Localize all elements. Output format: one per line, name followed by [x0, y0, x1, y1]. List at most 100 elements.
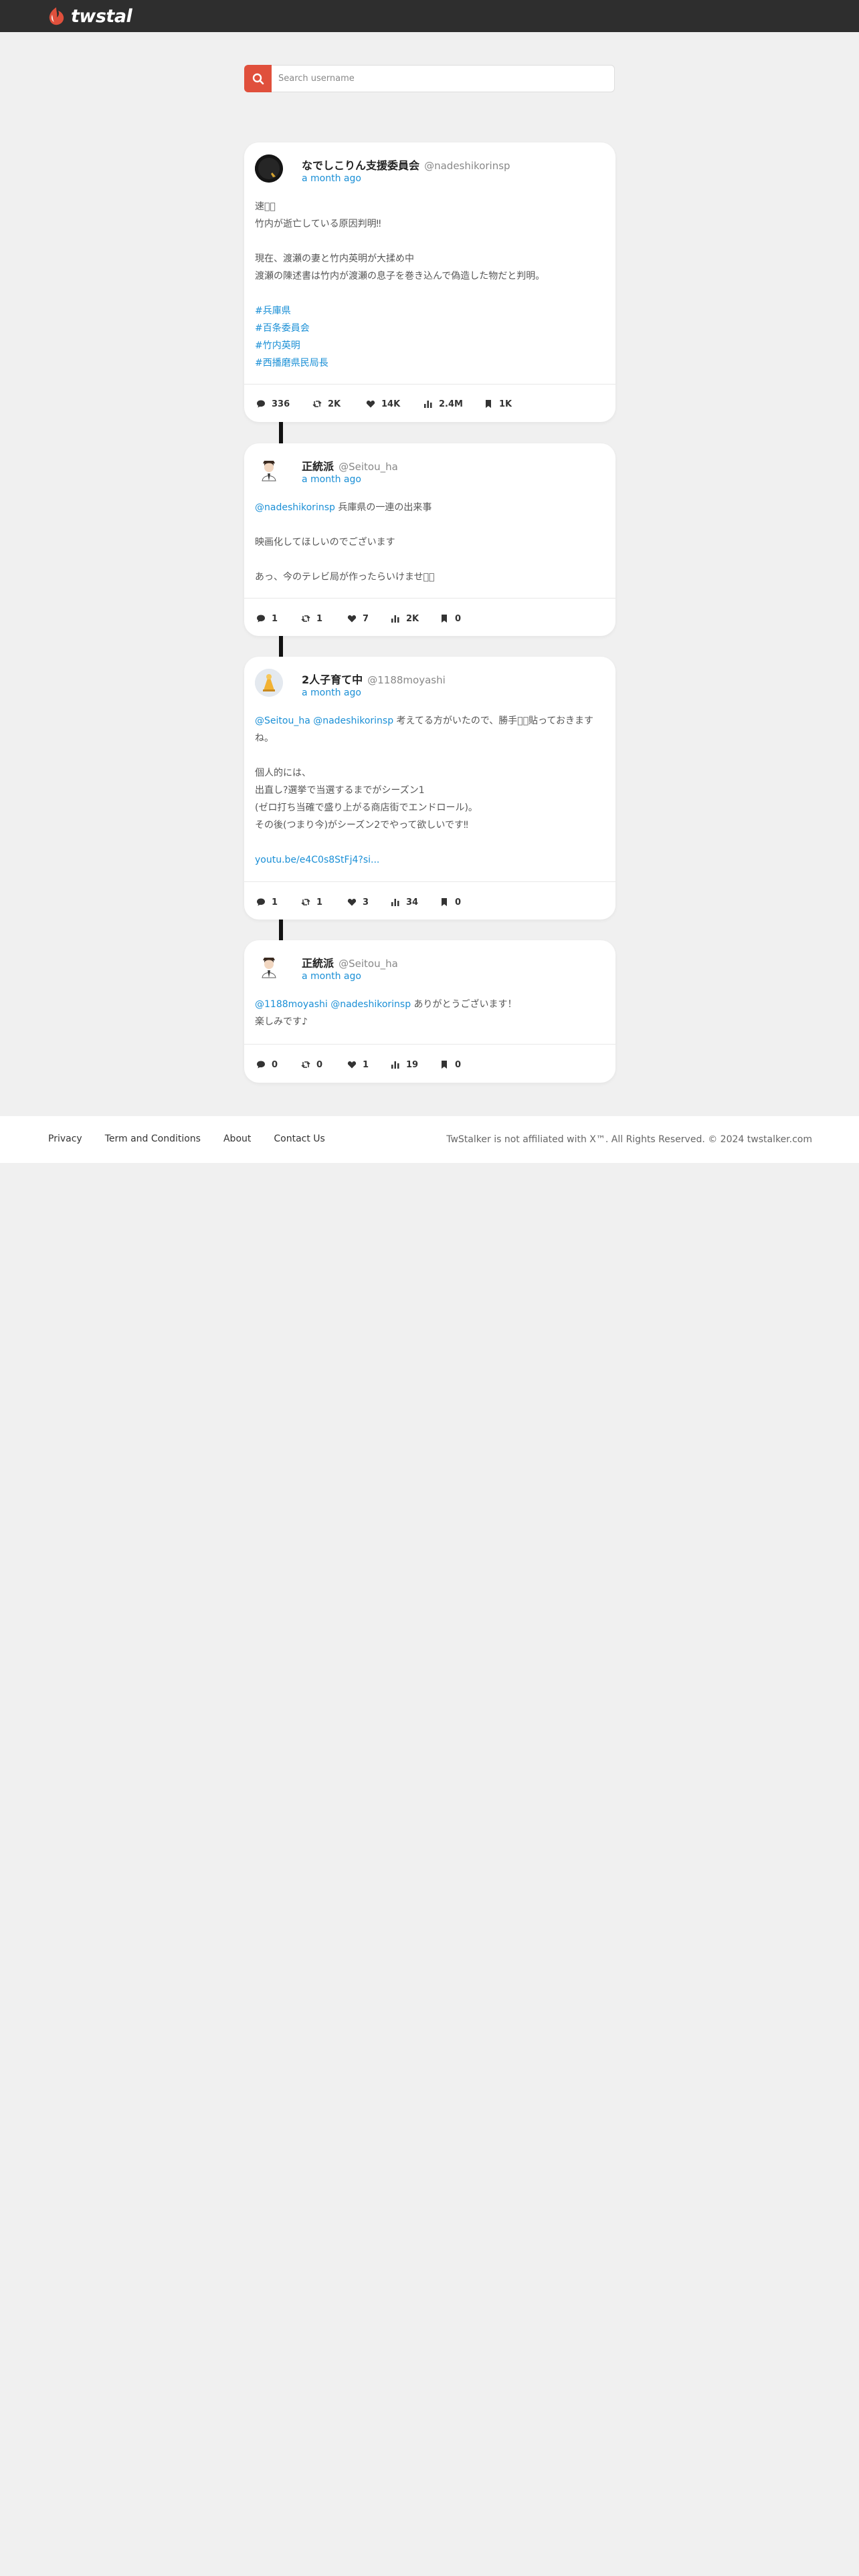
footer-link-contact[interactable]: Contact Us	[274, 1134, 324, 1144]
post-line: 渡瀬の陳述書は竹内が渡瀬の息子を巻き込んで偽造した物だと判明。	[255, 271, 545, 282]
bookmark-stat[interactable]: 0	[440, 1060, 461, 1070]
post-time[interactable]: a month ago	[302, 474, 361, 485]
avatar-image	[255, 455, 283, 484]
display-name[interactable]: 正統派	[302, 460, 334, 473]
user-name-line: 正統派 @Seitou_ha	[302, 457, 398, 473]
like-count: 1	[363, 1059, 369, 1070]
post-line: (ゼロ打ち当確で盛り上がる商店街でエンドロール)。	[255, 802, 478, 813]
post-stats: 1 1 7 2K 0	[256, 612, 461, 625]
bookmark-stat[interactable]: 1K	[484, 399, 512, 409]
footer-link-about[interactable]: About	[223, 1134, 251, 1144]
footer-link-privacy[interactable]: Privacy	[48, 1134, 82, 1144]
views-stat[interactable]: 2.4M	[423, 399, 484, 409]
heart-icon	[347, 899, 357, 906]
post-line	[255, 516, 606, 534]
mention-link[interactable]: @1188moyashi @nadeshikorinsp	[255, 999, 411, 1010]
bar-chart-icon	[424, 401, 432, 408]
like-stat[interactable]: 14K	[366, 399, 423, 409]
post-header: 正統派 @Seitou_ha a month ago	[255, 952, 603, 990]
heart-icon	[366, 401, 375, 408]
post-line: 個人的には、	[255, 768, 311, 778]
thread-connector	[279, 636, 283, 657]
site-logo[interactable]: twstalker	[47, 4, 132, 28]
bookmark-count: 1K	[499, 399, 512, 409]
avatar[interactable]	[255, 669, 283, 697]
bookmark-icon	[486, 400, 491, 408]
external-link[interactable]: youtu.be/e4C0s8StFj4?si...	[255, 851, 606, 869]
post-line: その後(つまり今)がシーズン2でやって欲しいです‼	[255, 820, 468, 831]
retweet-stat[interactable]: 1	[301, 614, 347, 624]
post-text: 速報⃣ 竹内が逝亡している原因判明‼ 現在、渡瀬の妻と竹内英明が大揉め中 渡瀬の…	[255, 198, 606, 372]
bookmark-stat[interactable]: 0	[440, 614, 461, 624]
like-stat[interactable]: 1	[347, 1060, 391, 1070]
bookmark-count: 0	[455, 1059, 462, 1070]
hashtag-link[interactable]: #兵庫県	[255, 302, 606, 320]
views-stat[interactable]: 34	[391, 897, 440, 907]
hashtag-link[interactable]: #竹内英明	[255, 337, 606, 354]
hashtag-link[interactable]: #百条委員会	[255, 320, 606, 337]
reply-count: 1	[272, 613, 278, 624]
avatar[interactable]	[255, 952, 283, 980]
retweet-stat[interactable]: 1	[301, 897, 347, 907]
display-name[interactable]: 2人子育て中	[302, 673, 363, 686]
search-button[interactable]	[244, 65, 272, 92]
views-stat[interactable]: 2K	[391, 614, 440, 624]
post-line: 速報⃣	[255, 201, 276, 212]
comment-icon	[257, 898, 265, 906]
username[interactable]: @1188moyashi	[367, 674, 446, 686]
views-stat[interactable]: 19	[391, 1060, 440, 1070]
bar-chart-icon	[391, 899, 399, 906]
hashtag-link[interactable]: #西播磨県民局長	[255, 354, 606, 372]
post-line-text: 兵庫県の一連の出来事	[335, 502, 432, 513]
post-text: @nadeshikorinsp 兵庫県の一連の出来事 映画化してほしいのでござい…	[255, 499, 606, 586]
post-card: 2人子育て中 @1188moyashi a month ago @Seitou_…	[244, 657, 615, 920]
comment-icon	[257, 1061, 265, 1069]
footer-link-terms[interactable]: Term and Conditions	[105, 1134, 201, 1144]
avatar[interactable]	[255, 154, 283, 183]
retweet-stat[interactable]: 0	[301, 1060, 347, 1070]
post-line	[255, 551, 606, 568]
comment-icon	[257, 400, 265, 408]
reply-count: 1	[272, 897, 278, 907]
post-header: 2人子育て中 @1188moyashi a month ago	[255, 669, 603, 706]
display-name[interactable]: なでしこりん支援委員会	[302, 159, 419, 172]
reply-stat[interactable]: 1	[256, 897, 301, 907]
user-name-line: 2人子育て中 @1188moyashi	[302, 671, 446, 687]
post-line	[255, 285, 606, 302]
views-count: 2K	[406, 613, 419, 624]
bookmark-count: 0	[455, 897, 462, 907]
bookmark-stat[interactable]: 0	[440, 897, 461, 907]
search-input[interactable]	[272, 65, 615, 92]
reply-stat[interactable]: 336	[256, 399, 312, 409]
search-icon	[252, 73, 264, 84]
retweet-count: 2K	[328, 399, 341, 409]
thread-connector	[279, 422, 283, 443]
post-stats: 336 2K 14K 2.4M 1K	[256, 397, 512, 411]
bookmark-icon	[442, 615, 447, 623]
display-name[interactable]: 正統派	[302, 957, 334, 970]
post-line-text: 考えてる方がいたので、勝手に⃣貼っておきます	[393, 716, 593, 726]
reply-count: 0	[272, 1059, 278, 1070]
like-stat[interactable]: 7	[347, 614, 391, 624]
post-time[interactable]: a month ago	[302, 173, 361, 184]
mention-link[interactable]: @nadeshikorinsp	[255, 502, 335, 513]
post-text: @Seitou_ha @nadeshikorinsp 考えてる方がいたので、勝手…	[255, 712, 606, 869]
post-line: あっ、今のテレビ局が作ったらいけませね⃣	[255, 572, 435, 582]
avatar[interactable]	[255, 455, 283, 484]
heart-icon	[347, 615, 357, 623]
reply-stat[interactable]: 0	[256, 1060, 301, 1070]
post-time[interactable]: a month ago	[302, 971, 361, 982]
username[interactable]: @nadeshikorinsp	[424, 160, 510, 172]
username[interactable]: @Seitou_ha	[339, 461, 398, 473]
divider	[244, 1044, 615, 1045]
username[interactable]: @Seitou_ha	[339, 958, 398, 970]
post-time[interactable]: a month ago	[302, 687, 361, 698]
retweet-count: 1	[316, 897, 323, 907]
post-line: 楽しみです♪	[255, 1016, 308, 1027]
reply-stat[interactable]: 1	[256, 614, 301, 624]
mention-link[interactable]: @Seitou_ha @nadeshikorinsp	[255, 716, 393, 726]
logo-text: twstalker	[71, 5, 132, 27]
heart-icon	[347, 1061, 357, 1069]
like-stat[interactable]: 3	[347, 897, 391, 907]
retweet-stat[interactable]: 2K	[312, 399, 366, 409]
